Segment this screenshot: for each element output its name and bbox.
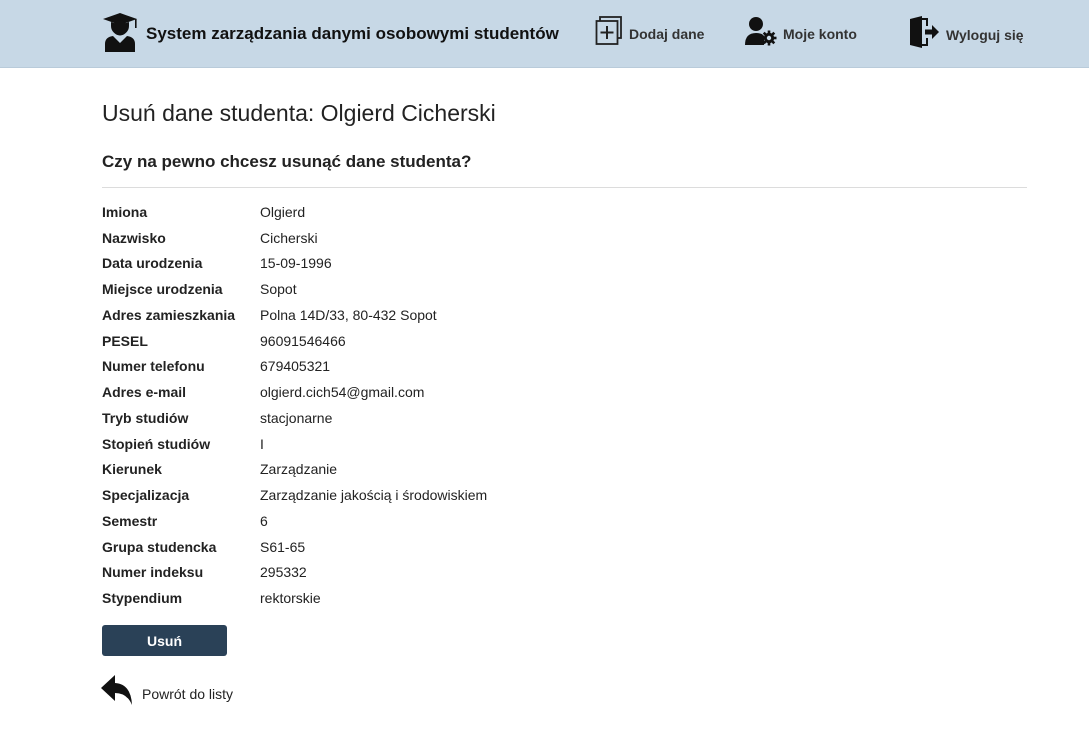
- app-title: System zarządzania danymi osobowymi stud…: [146, 23, 559, 43]
- detail-value: 15-09-1996: [260, 255, 332, 272]
- detail-row-study-mode: Tryb studiów stacjonarne: [102, 405, 487, 431]
- detail-row-scholarship: Stypendium rektorskie: [102, 585, 487, 611]
- top-navbar: System zarządzania danymi osobowymi stud…: [0, 0, 1089, 68]
- detail-row-first-names: Imiona Olgierd: [102, 199, 487, 225]
- detail-value: Zarządzanie: [260, 461, 338, 478]
- detail-label: Semestr: [102, 512, 158, 529]
- detail-row-birth-date: Data urodzenia 15-09-1996: [102, 251, 487, 277]
- detail-row-specialization: Specjalizacja Zarządzanie jakością i środ…: [102, 482, 487, 508]
- detail-row-study-level: Stopień studiów I: [102, 431, 487, 457]
- detail-label: Tryb studiów: [102, 409, 189, 426]
- logout-door-icon: [908, 16, 940, 53]
- detail-label: Data urodzenia: [102, 255, 203, 272]
- add-document-icon: [595, 16, 623, 51]
- detail-value: Zarządzanie jakością i środowiskiem: [260, 487, 488, 504]
- detail-label: Miejsce urodzenia: [102, 281, 223, 298]
- detail-value: 6: [260, 512, 268, 529]
- detail-value: 295332: [260, 564, 307, 581]
- detail-label: Imiona: [102, 203, 148, 220]
- detail-value: 679405321: [260, 358, 331, 375]
- page-title: Usuń dane studenta: Olgierd Cicherski: [102, 100, 496, 126]
- detail-label: Kierunek: [102, 461, 162, 478]
- detail-value: Polna 14D/33, 80-432 Sopot: [260, 306, 437, 323]
- nav-logout-label: Wyloguj się: [946, 26, 1024, 43]
- user-gear-icon: [745, 16, 777, 51]
- detail-label: Stypendium: [102, 590, 183, 607]
- detail-value: I: [260, 435, 264, 452]
- detail-row-birth-place: Miejsce urodzenia Sopot: [102, 276, 487, 302]
- detail-row-index-number: Numer indeksu 295332: [102, 560, 487, 586]
- nav-add-data[interactable]: Dodaj dane: [595, 16, 704, 51]
- nav-logout[interactable]: Wyloguj się: [908, 16, 1024, 53]
- student-details: Imiona Olgierd Nazwisko Cicherski Data uro…: [102, 199, 487, 611]
- detail-row-pesel: PESEL 96091546466: [102, 328, 487, 354]
- student-graduate-icon: [102, 12, 138, 57]
- detail-value: S61-65: [260, 538, 306, 555]
- nav-account-label: Moje konto: [783, 25, 857, 42]
- divider: [102, 187, 1027, 188]
- detail-label: Specjalizacja: [102, 487, 190, 504]
- nav-add-label: Dodaj dane: [629, 25, 705, 42]
- detail-value: Olgierd: [260, 203, 306, 220]
- detail-label: Adres zamieszkania: [102, 306, 236, 323]
- detail-row-surname: Nazwisko Cicherski: [102, 225, 487, 251]
- detail-label: PESEL: [102, 332, 148, 349]
- detail-label: Adres e-mail: [102, 384, 187, 401]
- detail-value: 96091546466: [260, 332, 346, 349]
- detail-row-email: Adres e-mail olgierd.cich54@gmail.com: [102, 379, 487, 405]
- detail-label: Grupa studencka: [102, 538, 217, 555]
- detail-row-address: Adres zamieszkania Polna 14D/33, 80-432 S…: [102, 302, 487, 328]
- detail-row-semester: Semestr 6: [102, 508, 487, 534]
- detail-label: Numer indeksu: [102, 564, 204, 581]
- confirm-question: Czy na pewno chcesz usunąć dane studenta…: [102, 152, 472, 171]
- detail-row-phone: Numer telefonu 679405321: [102, 354, 487, 380]
- detail-label: Nazwisko: [102, 229, 166, 246]
- delete-button[interactable]: Usuń: [102, 625, 227, 656]
- detail-value: Cicherski: [260, 229, 318, 246]
- nav-my-account[interactable]: Moje konto: [745, 16, 857, 51]
- detail-label: Stopień studiów: [102, 435, 211, 452]
- detail-row-field: Kierunek Zarządzanie: [102, 457, 487, 483]
- detail-value: olgierd.cich54@gmail.com: [260, 384, 425, 401]
- detail-value: stacjonarne: [260, 409, 333, 426]
- back-to-list-label: Powrót do listy: [142, 685, 234, 702]
- detail-row-group: Grupa studencka S61-65: [102, 534, 487, 560]
- detail-label: Numer telefonu: [102, 358, 205, 375]
- detail-value: Sopot: [260, 281, 297, 298]
- brand[interactable]: System zarządzania danymi osobowymi stud…: [102, 12, 559, 57]
- detail-value: rektorskie: [260, 590, 321, 607]
- reply-arrow-icon: [100, 673, 134, 712]
- back-to-list-link[interactable]: Powrót do listy: [100, 673, 233, 712]
